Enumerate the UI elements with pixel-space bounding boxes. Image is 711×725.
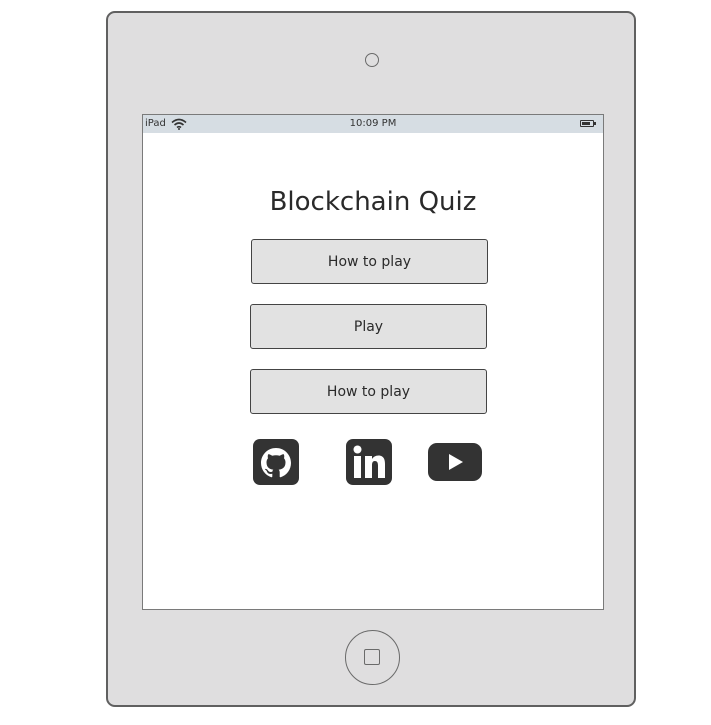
how-to-play-button-secondary[interactable]: How to play: [250, 369, 487, 414]
page-title: Blockchain Quiz: [269, 187, 477, 217]
battery-icon: [580, 120, 596, 127]
status-time: 10:09 PM: [349, 118, 397, 129]
linkedin-icon[interactable]: [345, 438, 393, 486]
github-icon[interactable]: [252, 438, 300, 486]
home-square-icon: [364, 649, 380, 665]
play-button[interactable]: Play: [250, 304, 487, 349]
home-button[interactable]: [345, 630, 400, 685]
youtube-icon[interactable]: [427, 442, 483, 482]
how-to-play-button[interactable]: How to play: [251, 239, 488, 284]
device-screen: iPad 10:09 PM Blockchain Quiz How to pla…: [142, 114, 604, 610]
status-bar: iPad 10:09 PM: [143, 115, 603, 133]
ipad-frame: iPad 10:09 PM Blockchain Quiz How to pla…: [106, 11, 636, 707]
camera-icon: [365, 53, 379, 67]
